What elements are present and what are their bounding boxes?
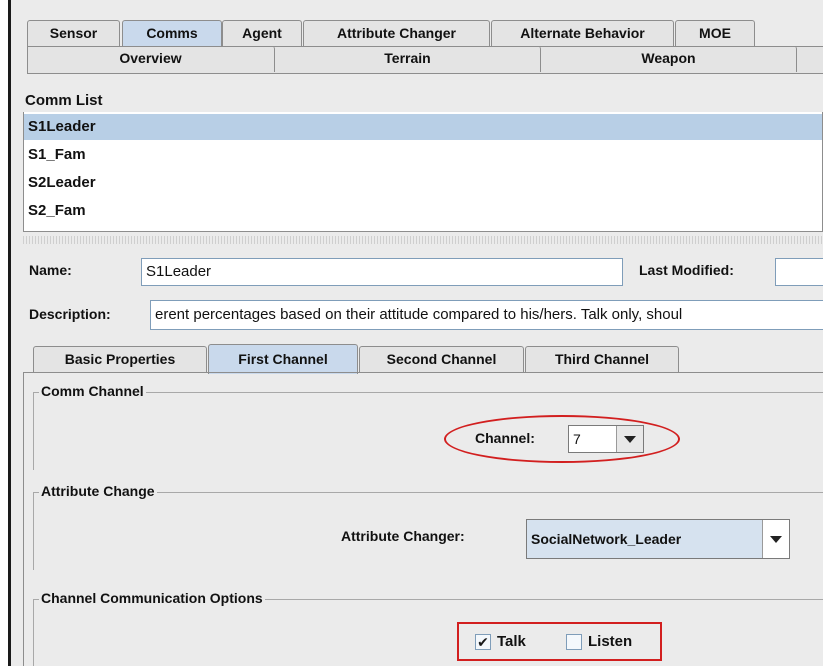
description-label: Description:	[29, 306, 111, 322]
tab-basic-properties[interactable]: Basic Properties	[33, 346, 207, 372]
name-label: Name:	[29, 262, 72, 278]
description-field[interactable]: erent percentages based on their attitud…	[150, 300, 823, 330]
last-modified-label: Last Modified:	[639, 262, 734, 278]
channel-options-group-left	[33, 599, 34, 666]
tab-weapon[interactable]: Weapon	[541, 46, 797, 72]
tab-terrain[interactable]: Terrain	[275, 46, 541, 72]
name-field[interactable]: S1Leader	[141, 258, 623, 286]
tab-third-channel[interactable]: Third Channel	[525, 346, 679, 372]
comm-channel-group-border	[33, 392, 823, 393]
list-item[interactable]: S1Leader	[24, 114, 822, 140]
channel-options-title: Channel Communication Options	[39, 590, 265, 606]
list-item[interactable]: S2Leader	[24, 170, 822, 196]
tab-comms[interactable]: Comms	[122, 20, 222, 46]
attribute-changer-select[interactable]: SocialNetwork_Leader	[526, 519, 790, 559]
last-modified-field[interactable]	[775, 258, 823, 286]
highlight-box	[457, 622, 662, 661]
attribute-change-group-left	[33, 492, 34, 570]
attribute-changer-value: SocialNetwork_Leader	[531, 531, 682, 547]
tab-agent[interactable]: Agent	[222, 20, 302, 46]
attribute-change-title: Attribute Change	[39, 483, 157, 499]
tab-overview[interactable]: Overview	[27, 46, 275, 72]
tab-sensor[interactable]: Sensor	[27, 20, 120, 46]
comm-channel-title: Comm Channel	[39, 383, 146, 399]
tab-second-channel[interactable]: Second Channel	[359, 346, 524, 372]
list-item[interactable]: S2_Fam	[24, 198, 822, 224]
editor-window: Sensor Comms Agent Attribute Changer Alt…	[8, 0, 823, 666]
tab-first-channel[interactable]: First Channel	[208, 344, 358, 374]
tab-alternate-behavior[interactable]: Alternate Behavior	[491, 20, 674, 46]
list-item[interactable]: S1_Fam	[24, 142, 822, 168]
comm-list-header: Comm List	[25, 92, 103, 109]
highlight-ellipse	[444, 415, 680, 463]
tab-attribute-changer[interactable]: Attribute Changer	[303, 20, 490, 46]
tab-moe[interactable]: MOE	[675, 20, 755, 46]
splitter[interactable]	[23, 236, 823, 244]
comm-channel-group-left	[33, 392, 34, 470]
attribute-changer-label: Attribute Changer:	[341, 528, 465, 544]
comm-list: S1Leader S1_Fam S2Leader S2_Fam	[23, 112, 823, 232]
chevron-down-icon[interactable]	[762, 520, 789, 558]
